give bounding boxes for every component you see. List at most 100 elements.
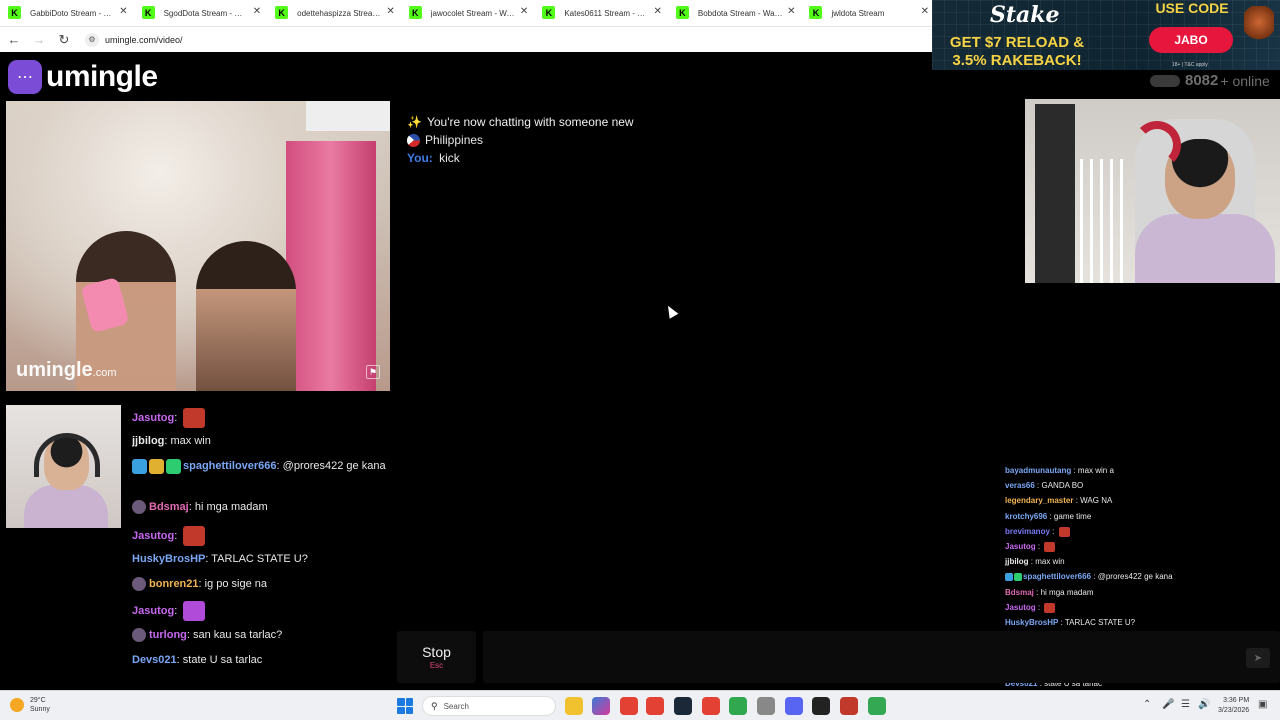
left-stream-chat: Jasutog: jjbilog: max win spaghettilover6… [132,402,390,682]
chat-username[interactable]: Jasutog [132,605,174,617]
stop-button[interactable]: Stop Esc [397,631,476,683]
chat-username[interactable]: HuskyBrosHP [1005,618,1058,627]
browser-tab[interactable]: Kjwldota Stream ✕ [801,0,935,26]
kick-favicon-icon: K [8,6,21,19]
chat-username[interactable]: Bdsmaj [149,501,189,513]
back-icon[interactable]: ← [3,29,25,51]
chat-text: max win [1035,557,1065,567]
gift-badge-icon [166,458,181,474]
left-chat-message: HuskyBrosHP: TARLAC STATE U? [132,553,308,565]
sub-badge-icon [1005,573,1013,582]
kick-favicon-icon: K [141,6,155,19]
crown-badge-icon [149,458,164,474]
chat-username[interactable]: HuskyBrosHP [132,553,205,565]
video-person-right [196,241,296,391]
online-toggle[interactable] [1150,74,1180,87]
kick-favicon-icon: K [542,6,556,19]
chat-username[interactable]: Bdsmaj [1005,588,1034,597]
windows-start-icon[interactable] [397,698,413,714]
chat-username[interactable]: jjbilog [132,435,164,447]
browser-tab[interactable]: K SgodDota Stream - Watch Li✕ [134,0,268,26]
ad-decoration-icon [1244,6,1274,46]
chrome-icon[interactable] [620,697,638,715]
message-input[interactable] [483,631,1280,683]
ad-fine-print: 18+ | T&C apply [1172,62,1208,68]
right-chat-message: Jasutog : [1005,602,1280,613]
volume-icon[interactable]: 🔊 [1198,699,1210,710]
forward-icon[interactable]: → [28,29,50,51]
copilot-icon[interactable] [592,697,610,715]
send-icon[interactable]: ➤ [1246,648,1270,668]
chrome-icon-2[interactable] [646,697,664,715]
ad-code-button[interactable]: JABO [1149,27,1233,53]
headphones-icon [34,433,100,477]
chrome-icon-4[interactable] [868,697,886,715]
my-message-text: kick [439,151,460,165]
taskbar-clock[interactable]: 3:36 PM 3/23/2026 [1218,696,1249,716]
video-watermark: umingle.com [16,359,117,382]
browser-tab[interactable]: Kodettehaspizza Stream - Wa✕ [267,0,401,26]
taskbar-search[interactable]: ⚲ Search [422,696,556,716]
chat-username[interactable]: bayadmunautang [1005,466,1071,475]
tab-close-icon[interactable]: ✕ [654,6,662,17]
chat-username[interactable]: spaghettilover666 [183,460,277,472]
discord-icon[interactable] [785,697,803,715]
steam-icon[interactable] [674,697,692,715]
windows-taskbar: 29°C Sunny ⚲ Search ⌃ 🎤 ☰ 🔊 3:36 PM 3/23… [0,690,1280,720]
weather-temp: 29°C [30,697,46,704]
network-icon[interactable]: ☰ [1181,699,1190,710]
chat-emote-icon [1044,541,1056,552]
tool-icon[interactable] [757,697,775,715]
chat-username[interactable]: Jasutog [1005,542,1036,551]
stake-ad-banner[interactable]: Stake GET $7 RELOAD & 3.5% RAKEBACK! USE… [932,0,1280,70]
chat-text: san kau sa tarlac? [193,629,283,641]
browser-tab[interactable]: K Bobdota Stream - Watch Live✕ [668,0,802,26]
site-info-icon[interactable]: ⚙ [85,32,99,47]
tab-close-icon[interactable]: ✕ [386,6,394,17]
chat-username[interactable]: Jasutog [132,412,174,424]
chat-username[interactable]: krotchy696 [1005,512,1047,521]
chat-username[interactable]: bonren21 [149,578,199,590]
tab-close-icon[interactable]: ✕ [253,6,261,17]
tab-close-icon[interactable]: ✕ [119,6,127,17]
chat-username[interactable]: spaghettilover666 [1023,572,1091,581]
chat-username[interactable]: brevimanoy [1005,527,1050,536]
chat-username[interactable]: Jasutog [1005,603,1036,612]
browser-tab[interactable]: Kjawocolet Stream - Watch Li✕ [401,0,535,26]
address-bar: ← → ↻ ⚙ umingle.com/video/ [0,26,935,52]
site-logo[interactable]: ⋯ umingle [8,60,158,94]
tab-close-icon[interactable]: ✕ [787,6,795,17]
url-text[interactable]: umingle.com/video/ [105,35,183,45]
chat-username[interactable]: turlong [149,629,187,641]
browser-tab[interactable]: K Kates0611 Stream - Watch Li ✕ [534,0,668,26]
chat-text: state U sa tarlac [182,654,263,666]
app-icon[interactable] [812,697,830,715]
chat-emote-icon [1058,526,1070,537]
chat-username[interactable]: Devs021 [132,654,177,666]
chat-username[interactable]: jjbilog [1005,557,1029,566]
chat-username[interactable]: legendary_master [1005,496,1073,505]
sparkle-icon: ✨ [407,115,422,129]
chat-username[interactable]: veras66 [1005,481,1035,490]
right-chat-message: Jasutog : [1005,541,1280,552]
tab-close-icon[interactable]: ✕ [921,6,929,17]
file-explorer-icon[interactable] [565,697,583,715]
chrome-icon-3[interactable] [702,697,720,715]
kick-favicon-icon: K [675,6,689,19]
report-flag-icon[interactable]: ⚑ [366,365,380,379]
obs-icon[interactable] [840,697,858,715]
right-chat-message: jjbilog : max win [1005,557,1065,567]
reload-icon[interactable]: ↻ [53,29,75,51]
microphone-icon[interactable]: 🎤 [1162,699,1174,710]
browser-tab[interactable]: K GabbiDoto Stream - Watch Li✕ [0,0,134,26]
browser-tab-label: GabbiDoto Stream - Watch Li [30,8,116,18]
notepad-icon[interactable] [729,697,747,715]
you-label: You: [407,151,433,165]
notification-icon[interactable]: ▣ [1258,699,1267,710]
tab-close-icon[interactable]: ✕ [520,6,528,17]
left-chat-message: Jasutog: [132,601,388,621]
chat-username[interactable]: Jasutog [132,530,174,542]
weather-widget[interactable]: 29°C Sunny [10,696,50,714]
tray-chevron-icon[interactable]: ⌃ [1143,699,1151,710]
chat-emote-icon [183,526,206,546]
